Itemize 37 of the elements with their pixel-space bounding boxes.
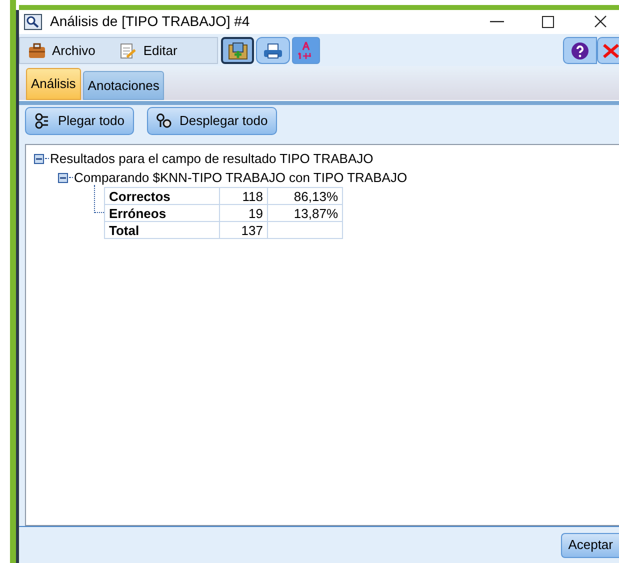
close-icon[interactable] — [594, 15, 607, 28]
window-title: Análisis de [TIPO TRABAJO] #4 — [50, 12, 250, 32]
toolbar-button[interactable]: Desplegar todo — [146, 106, 277, 135]
table-cell: 19 — [248, 206, 263, 221]
tab[interactable]: Anotaciones — [82, 71, 164, 100]
table-cell: 118 — [242, 188, 263, 204]
print-button[interactable] — [256, 37, 290, 64]
close-button[interactable] — [597, 37, 619, 64]
table-cell: Total — [109, 222, 140, 238]
table-cell: 137 — [241, 222, 263, 238]
briefcase-icon — [28, 42, 46, 59]
collapse-icon[interactable] — [58, 172, 68, 183]
help-icon — [571, 42, 589, 60]
table-cell: 13,87% — [294, 206, 338, 221]
tree-node-label[interactable]: Resultados para el campo de resultado TIPO TRABAJO — [50, 149, 374, 169]
ok-button[interactable]: Aceptar — [561, 532, 619, 558]
table-cell: Erróneos — [109, 206, 166, 221]
expand-nodes-icon — [156, 112, 172, 129]
magnifier-icon — [24, 14, 42, 30]
toolbar-button[interactable] — [221, 37, 254, 64]
table-cell: Correctos — [109, 188, 170, 204]
collapse-icon[interactable] — [34, 154, 44, 164]
document-pencil-icon — [119, 42, 138, 59]
help-button[interactable] — [563, 37, 597, 64]
tree-node-label[interactable]: Comparando $KNN-TIPO TRABAJO con TIPO TRABAJO — [74, 168, 408, 188]
toolbar-button[interactable]: Plegar todo — [25, 106, 134, 135]
sort-button[interactable] — [292, 37, 320, 64]
menu-item[interactable]: Editar — [119, 40, 178, 60]
printer-icon — [263, 42, 283, 59]
minimize-icon[interactable] — [490, 20, 504, 23]
close-icon — [602, 42, 619, 59]
table-cell: 86,13% — [294, 188, 338, 204]
maximize-icon[interactable] — [542, 16, 554, 28]
clipboard-plus-icon — [228, 42, 248, 60]
tab[interactable]: Análisis — [26, 68, 81, 100]
menu-item[interactable]: Archivo — [28, 40, 96, 60]
collapse-nodes-icon — [34, 112, 50, 129]
